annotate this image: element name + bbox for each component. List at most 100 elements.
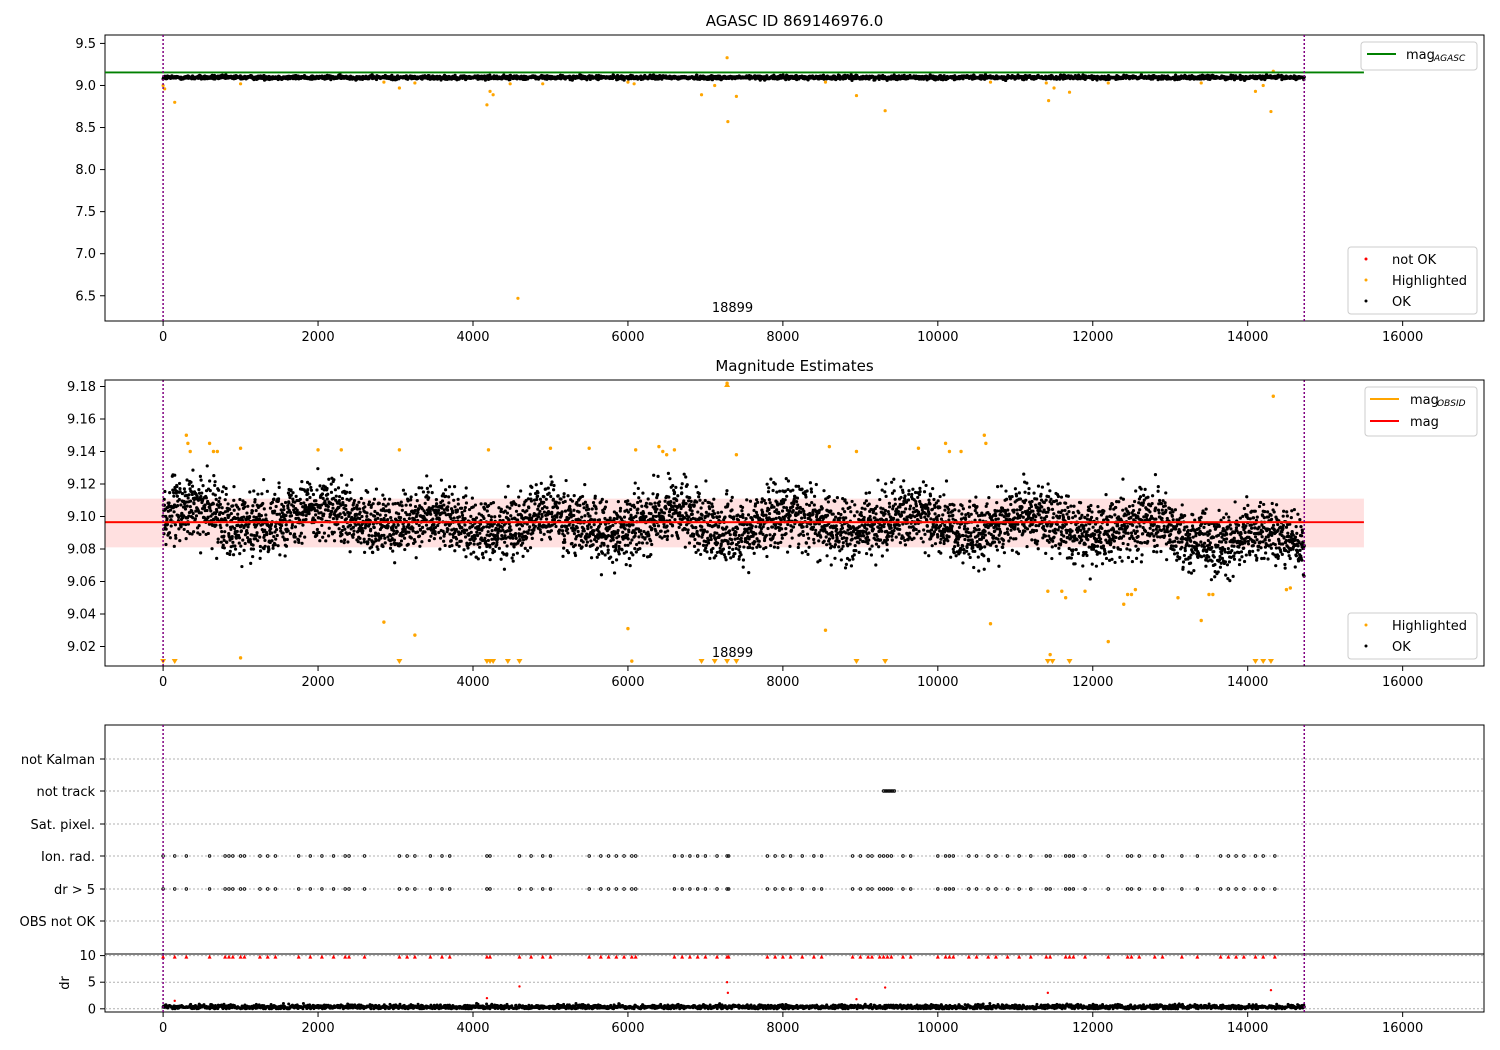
- ok-point: [453, 505, 457, 509]
- ok-point: [284, 523, 288, 527]
- ok-point: [654, 529, 658, 533]
- ok-point: [469, 530, 473, 534]
- ok-point: [386, 524, 390, 528]
- ok-point: [583, 514, 587, 518]
- ok-point: [443, 488, 448, 492]
- ok-point: [491, 501, 496, 505]
- panel1-legend-mag-subscript: AGASC: [1433, 54, 1466, 64]
- x-tick-label: 2000: [302, 330, 335, 345]
- ok-point: [463, 509, 467, 513]
- ok-point: [592, 529, 596, 533]
- ok-point: [406, 542, 410, 546]
- ok-point: [611, 535, 615, 539]
- ok-point: [224, 486, 228, 491]
- ok-point: [348, 550, 352, 554]
- panel1-ok-points: [161, 72, 1306, 83]
- ok-point: [237, 541, 241, 545]
- ok-point: [253, 498, 257, 502]
- ok-point: [580, 494, 585, 499]
- ok-point: [417, 534, 422, 538]
- ok-point: [337, 527, 341, 531]
- ok-point: [327, 477, 331, 481]
- ok-point: [202, 506, 207, 510]
- ok-point: [631, 553, 635, 557]
- ok-point: [547, 491, 551, 495]
- ok-point: [429, 534, 433, 538]
- ok-point: [650, 526, 654, 531]
- ok-point: [447, 485, 452, 489]
- ok-point: [366, 540, 370, 544]
- ok-point: [332, 539, 337, 543]
- ok-point: [640, 541, 645, 545]
- highlighted-point: [734, 94, 738, 99]
- ok-point: [633, 534, 637, 538]
- ok-point: [478, 545, 482, 549]
- ok-point: [517, 495, 521, 499]
- ok-point: [566, 551, 571, 555]
- ok-point: [408, 503, 413, 507]
- ok-point: [206, 531, 210, 536]
- ok-point: [463, 506, 467, 510]
- ok-point: [534, 483, 538, 487]
- ok-point: [301, 513, 305, 517]
- ok-point: [564, 478, 568, 483]
- ok-point: [274, 537, 278, 541]
- ok-point: [314, 499, 318, 503]
- x-tick-label: 6000: [611, 330, 644, 345]
- ok-point: [236, 512, 240, 516]
- ok-point: [209, 509, 213, 513]
- ok-point: [558, 528, 562, 532]
- ok-point: [575, 526, 579, 530]
- ok-point: [424, 523, 429, 527]
- ok-point: [628, 564, 632, 568]
- ok-point: [594, 507, 598, 511]
- ok-point: [546, 486, 550, 490]
- ok-point: [376, 547, 380, 551]
- ok-point: [413, 504, 418, 509]
- ok-point: [430, 491, 434, 495]
- ok-point: [600, 497, 604, 501]
- ok-point: [268, 506, 273, 510]
- figure: AGASC ID 869146976.0 0 2000 4000 6000 8000 10…: [20, 12, 1485, 1036]
- ok-point: [381, 502, 385, 506]
- ok-point: [621, 530, 625, 534]
- ok-point: [561, 554, 565, 558]
- ok-point: [169, 524, 173, 528]
- ok-point: [201, 530, 205, 534]
- ok-point: [662, 511, 667, 515]
- ok-point: [528, 513, 532, 517]
- ok-point: [402, 536, 407, 540]
- ok-point: [165, 517, 169, 521]
- ok-point: [409, 495, 413, 499]
- ok-point: [174, 536, 178, 540]
- ok-point: [603, 505, 607, 509]
- ok-point: [392, 529, 396, 533]
- ok-point: [325, 486, 329, 491]
- ok-point: [199, 494, 203, 499]
- ok-point: [595, 539, 599, 543]
- ok-point: [383, 541, 387, 545]
- ok-point: [446, 527, 450, 532]
- ok-point: [557, 501, 561, 505]
- ok-point: [340, 515, 344, 520]
- ok-point: [216, 537, 220, 541]
- ok-point: [502, 567, 507, 571]
- panel1-legend-not-ok: not OK: [1392, 253, 1437, 268]
- ok-point: [175, 494, 179, 498]
- ok-point: [616, 528, 620, 533]
- ok-point: [463, 523, 467, 527]
- ok-point: [339, 539, 343, 543]
- ok-point: [178, 486, 182, 491]
- ok-point: [245, 531, 249, 535]
- ok-point: [650, 542, 654, 547]
- ok-point: [360, 514, 364, 519]
- ok-point: [476, 557, 480, 561]
- ok-point: [400, 508, 404, 512]
- ok-point: [283, 554, 287, 558]
- ok-point: [431, 505, 435, 509]
- ok-point: [589, 525, 593, 529]
- ok-point: [643, 536, 647, 540]
- ok-point: [274, 527, 279, 532]
- ok-point: [414, 492, 418, 497]
- ok-point: [636, 500, 640, 505]
